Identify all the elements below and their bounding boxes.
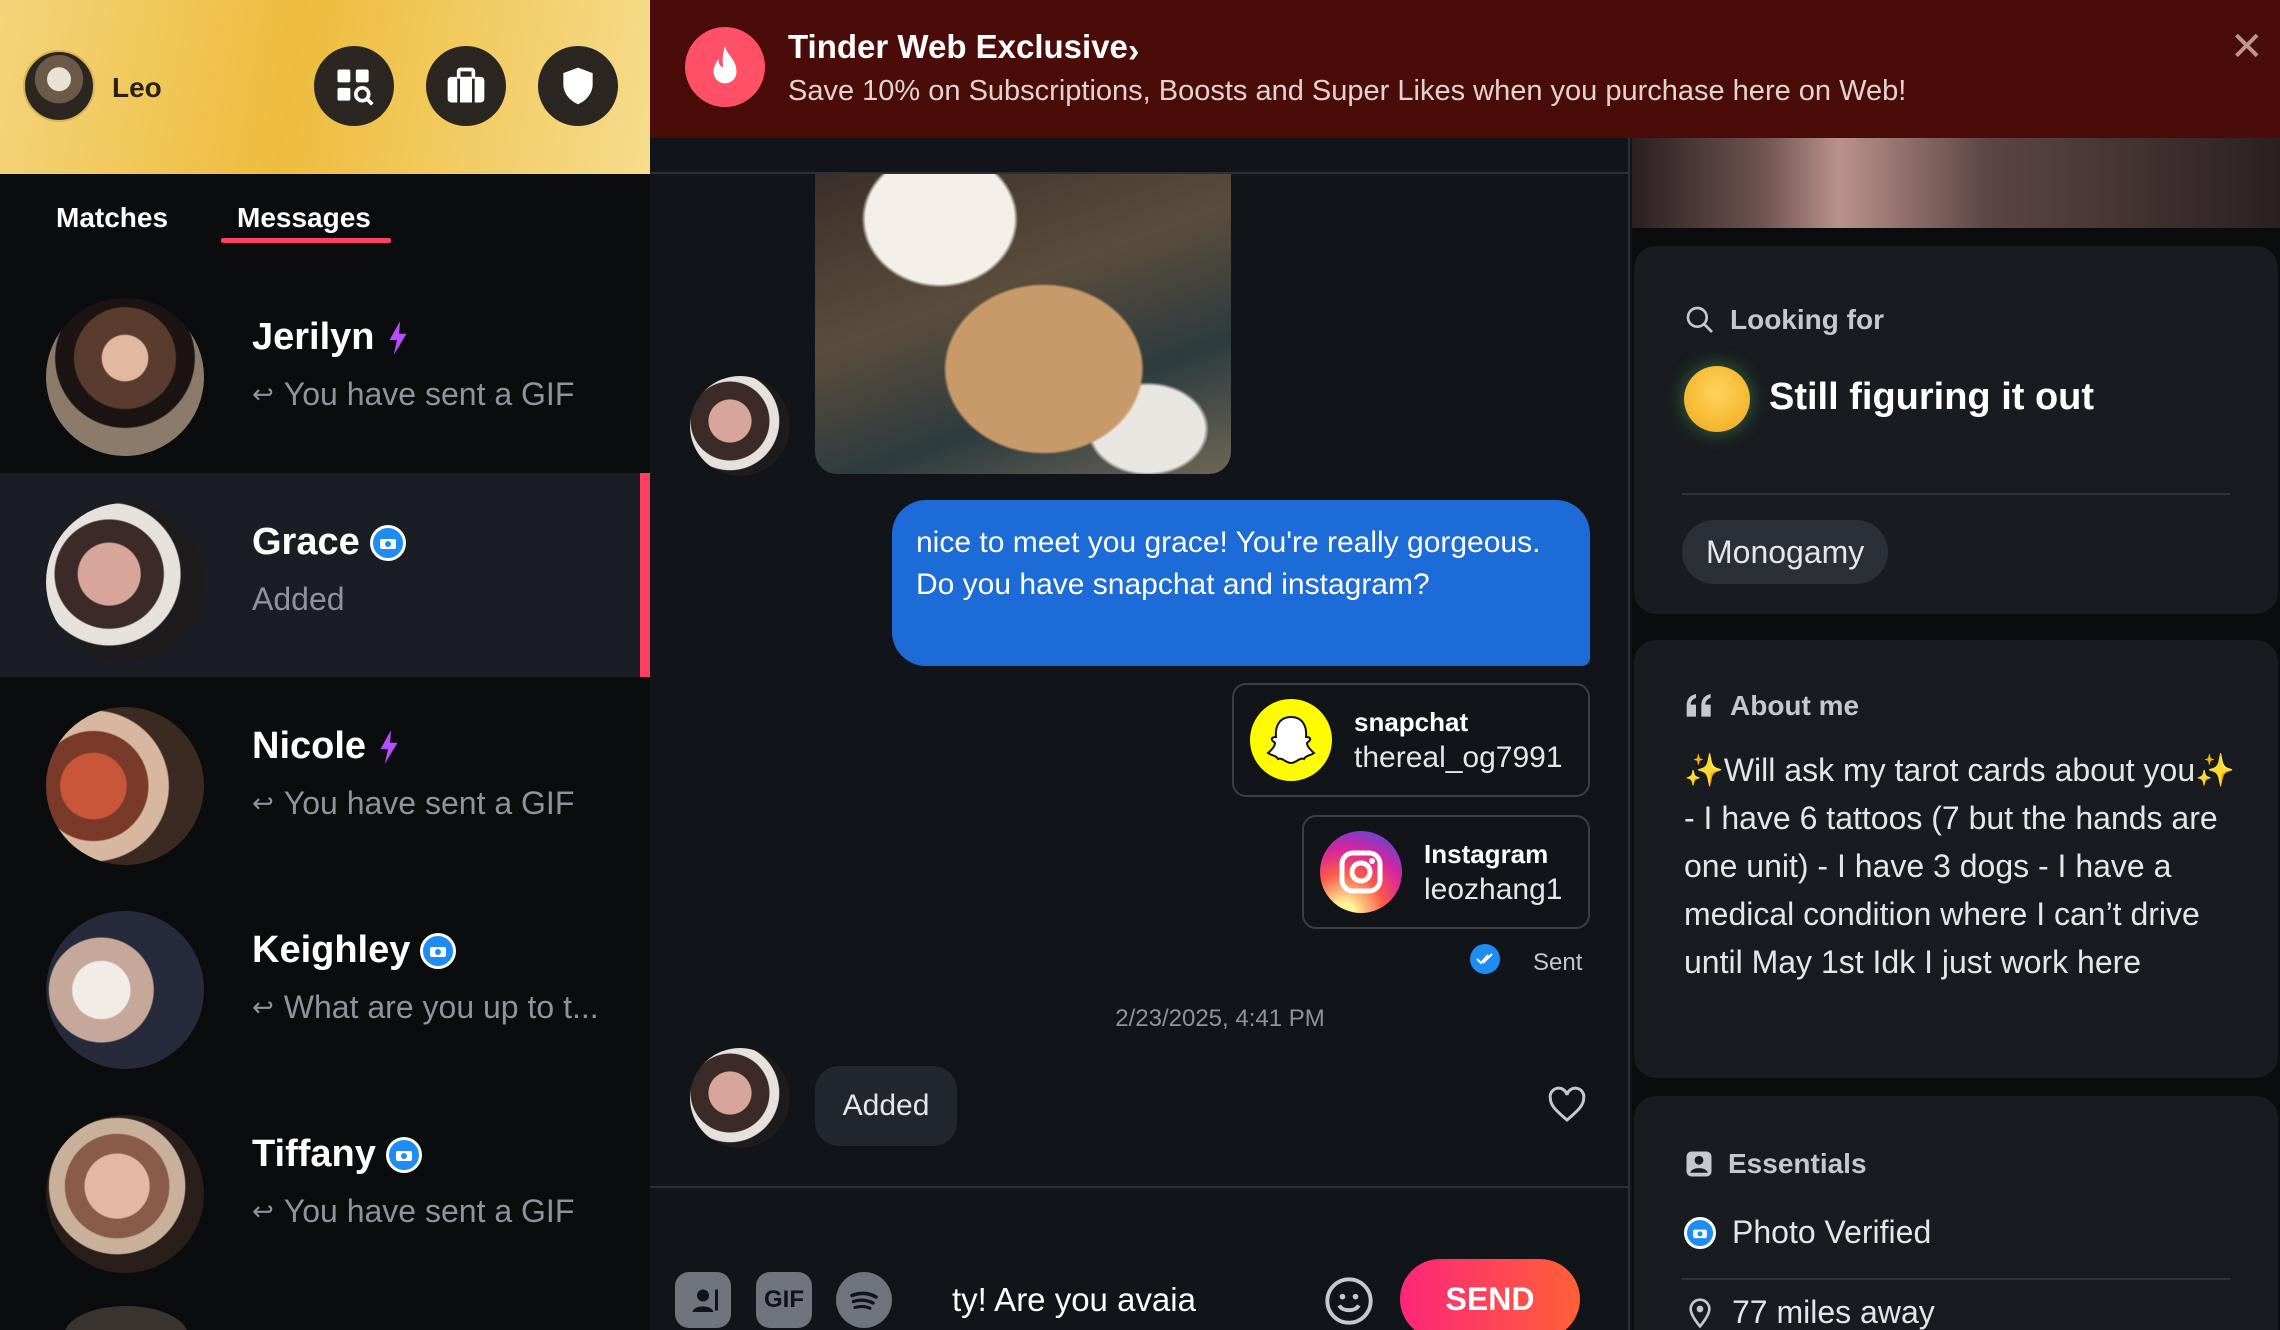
avatar (690, 376, 790, 476)
verified-icon (1684, 1216, 1716, 1249)
conversation-item[interactable]: Nicole ↩ You have sent a GIF (0, 677, 650, 881)
snapchat-icon (1250, 699, 1332, 781)
sent-status: Sent (1533, 949, 1583, 976)
card-handle: leozhang1 (1424, 873, 1563, 906)
selected-indicator (640, 473, 650, 677)
contact-name: Keighley (252, 929, 411, 971)
briefcase-icon (447, 67, 485, 103)
sidebar: Leo Matches Messages Jerilyn ↩ You have s… (0, 0, 650, 1330)
profile-photo[interactable] (1632, 138, 2280, 228)
spotify-button[interactable] (836, 1272, 892, 1328)
card-label: snapchat (1354, 707, 1469, 737)
contact-card-button[interactable] (675, 1272, 731, 1328)
shield-icon (563, 67, 593, 105)
conversation-item[interactable]: Jerilyn ↩ You have sent a GIF (0, 268, 650, 472)
banner-subtitle: Save 10% on Subscriptions, Boosts and Su… (788, 75, 1907, 107)
superlike-icon (380, 729, 398, 764)
contact-name: Tiffany (252, 1133, 376, 1175)
tab-active-indicator (221, 238, 391, 243)
conversation-item-selected[interactable]: Grace Added (0, 473, 650, 677)
verified-icon (385, 1136, 422, 1173)
profile-panel: Looking for Still figuring it out Monoga… (1632, 138, 2280, 1330)
my-name[interactable]: Leo (112, 72, 162, 104)
explore-icon (337, 69, 374, 106)
relationship-tag: Monogamy (1682, 520, 1889, 584)
looking-for-value: Still figuring it out (1769, 376, 2095, 418)
id-icon (1686, 1151, 1712, 1177)
superlike-icon (389, 320, 407, 355)
chevron-right-icon: › (1128, 32, 1140, 70)
avatar (46, 298, 204, 456)
photo-verified-label: Photo Verified (1732, 1214, 1932, 1250)
avatar (690, 1048, 790, 1148)
reply-icon: ↩ (252, 1196, 274, 1226)
banner-title[interactable]: Tinder Web Exclusive (788, 28, 1128, 66)
tab-messages[interactable]: Messages (237, 202, 371, 234)
avatar (46, 1115, 204, 1273)
avatar (46, 911, 204, 1069)
section-title: Essentials (1728, 1148, 1867, 1179)
outgoing-message: nice to meet you grace! You're really go… (892, 500, 1590, 666)
section-title: Looking for (1730, 304, 1884, 335)
close-icon[interactable]: ✕ (2230, 24, 2264, 70)
contact-name: Jerilyn (252, 316, 375, 358)
gif-message[interactable] (815, 174, 1231, 474)
pin-icon (1689, 1297, 1711, 1328)
conversation-item[interactable]: Keighley ↩ What are you up to t... (0, 881, 650, 1085)
contact-name: Grace (252, 521, 360, 563)
divider (1682, 1278, 2230, 1280)
about-text: ✨Will ask my tarot cards about you✨ - I … (1684, 752, 2235, 980)
card-handle: thereal_og7991 (1354, 741, 1563, 774)
spotify-icon (850, 1291, 878, 1310)
message-preview: You have sent a GIF (283, 376, 575, 412)
chat-panel: nice to meet you grace! You're really go… (650, 138, 1630, 1330)
incoming-message: Added (815, 1066, 957, 1146)
my-avatar[interactable] (23, 50, 95, 122)
sent-check-icon (1470, 944, 1500, 974)
card-label: Instagram (1424, 839, 1549, 869)
verified-icon (369, 524, 406, 561)
avatar (64, 1306, 188, 1330)
looking-for-card: Looking for Still figuring it out Monoga… (1634, 246, 2278, 614)
message-preview: You have sent a GIF (283, 1193, 575, 1229)
explore-button[interactable] (314, 46, 394, 126)
promo-banner[interactable]: Tinder Web Exclusive › Save 10% on Subsc… (650, 0, 2280, 138)
flame-icon (685, 27, 765, 107)
message-composer: GIF SEND (650, 1186, 1628, 1330)
contact-card-icon (692, 1289, 718, 1312)
verified-icon (420, 932, 457, 969)
tab-bar: Matches Messages (0, 174, 650, 264)
essentials-card: Essentials Photo Verified 77 miles away (1634, 1096, 2278, 1330)
thinking-emoji-icon (1684, 366, 1750, 432)
profile-header: Leo (0, 0, 650, 174)
quote-icon (1686, 694, 1711, 717)
work-button[interactable] (426, 46, 506, 126)
search-icon (1686, 306, 1713, 333)
timestamp: 2/23/2025, 4:41 PM (1115, 1005, 1325, 1032)
message-preview: What are you up to t... (283, 989, 599, 1025)
section-title: About me (1730, 690, 1860, 721)
send-button[interactable]: SEND (1400, 1259, 1580, 1330)
emoji-icon[interactable] (1323, 1275, 1375, 1327)
message-preview: Added (252, 581, 345, 617)
heart-icon[interactable] (1547, 1086, 1587, 1124)
contact-name: Nicole (252, 725, 367, 767)
avatar (46, 707, 204, 865)
about-card: About me ✨Will ask my tarot cards about … (1634, 640, 2278, 1078)
divider (1682, 493, 2230, 495)
message-preview: You have sent a GIF (283, 785, 575, 821)
snapchat-card[interactable]: snapchat thereal_og7991 (1232, 683, 1590, 797)
avatar (46, 503, 204, 661)
reply-icon: ↩ (252, 992, 274, 1022)
safety-button[interactable] (538, 46, 618, 126)
message-input[interactable] (952, 1276, 1252, 1324)
conversation-item[interactable]: Tiffany ↩ You have sent a GIF (0, 1085, 650, 1289)
gif-button[interactable]: GIF (756, 1272, 812, 1328)
tab-matches[interactable]: Matches (56, 202, 168, 234)
distance-label: 77 miles away (1732, 1294, 1935, 1330)
instagram-card[interactable]: Instagram leozhang1 (1302, 815, 1590, 929)
reply-icon: ↩ (252, 788, 274, 818)
instagram-icon (1320, 831, 1402, 913)
reply-icon: ↩ (252, 379, 274, 409)
